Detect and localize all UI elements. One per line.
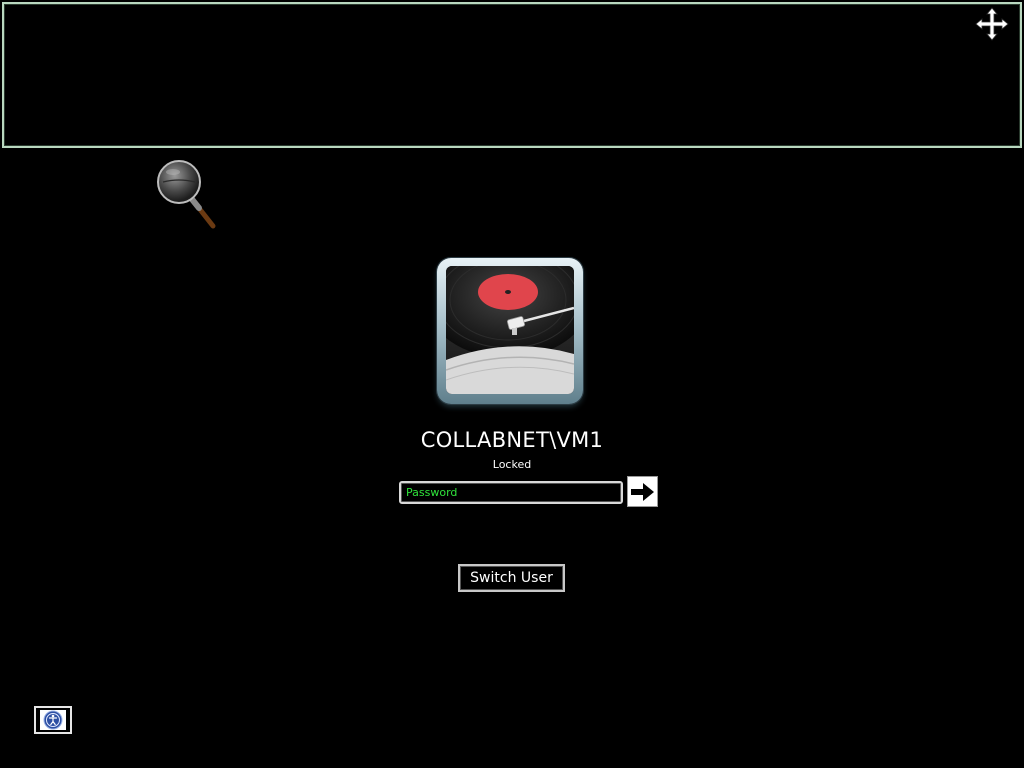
ease-of-access-icon [40,710,66,730]
logon-screen: COLLABNET\VM1 Locked Switch User [0,0,1024,768]
magnifier-panel[interactable] [2,2,1022,148]
user-name: COLLABNET\VM1 [420,428,604,452]
submit-button[interactable] [627,476,658,507]
arrow-right-icon [630,482,654,501]
avatar-picture [446,266,574,394]
move-cursor-icon[interactable] [972,6,1012,42]
user-avatar [437,258,583,404]
lock-status: Locked [492,458,532,471]
record-player-image [446,266,574,394]
switch-user-button[interactable]: Switch User [458,564,565,592]
ease-of-access-button[interactable] [34,706,72,734]
password-input[interactable] [399,481,623,504]
magnifier-lens-icon[interactable] [155,158,219,230]
